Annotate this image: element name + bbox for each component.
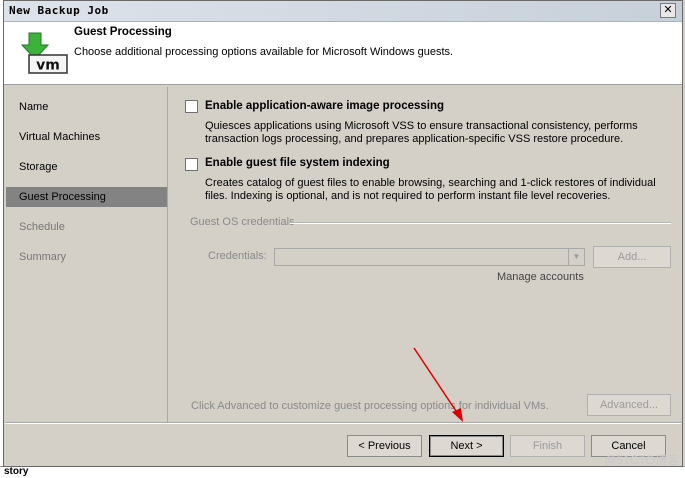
indexing-description-line1: Creates catalog of guest files to enable…: [205, 177, 656, 189]
close-icon: ✕: [663, 4, 673, 16]
credentials-dropdown[interactable]: ▼: [274, 248, 585, 266]
close-button[interactable]: ✕: [660, 3, 676, 18]
page-title: Guest Processing: [74, 26, 172, 38]
wizard-steps: Name Virtual Machines Storage Guest Proc…: [5, 87, 167, 422]
step-name[interactable]: Name: [6, 97, 167, 117]
indexing-label[interactable]: Enable guest file system indexing: [205, 157, 390, 169]
footer-divider: [5, 422, 681, 424]
guest-os-credentials-group: Guest OS credentials: [190, 216, 295, 228]
app-aware-description-line2: transaction logs processing, and prepare…: [205, 133, 624, 145]
chevron-down-icon[interactable]: ▼: [568, 249, 584, 265]
previous-button[interactable]: < Previous: [347, 435, 422, 457]
advanced-note: Click Advanced to customize guest proces…: [191, 400, 549, 412]
credentials-label: Credentials:: [208, 250, 267, 262]
vm-download-icon: vm: [20, 32, 68, 74]
group-divider: [290, 222, 671, 224]
app-aware-checkbox[interactable]: [185, 100, 198, 113]
new-backup-job-dialog: New Backup Job ✕ vm Guest Processing Cho…: [3, 0, 683, 467]
background-app-strip: story: [0, 466, 685, 478]
step-summary[interactable]: Summary: [6, 247, 167, 267]
advanced-button[interactable]: Advanced...: [587, 394, 671, 416]
watermark: @51CTO博客: [604, 453, 679, 467]
guest-processing-panel: Enable application-aware image processin…: [167, 87, 673, 422]
app-aware-description-line1: Quiesces applications using Microsoft VS…: [205, 120, 638, 132]
app-aware-label[interactable]: Enable application-aware image processin…: [205, 100, 444, 112]
finish-button[interactable]: Finish: [510, 435, 585, 457]
step-schedule[interactable]: Schedule: [6, 217, 167, 237]
next-button[interactable]: Next >: [429, 435, 504, 457]
svg-text:vm: vm: [36, 58, 60, 74]
wizard-header: vm Guest Processing Choose additional pr…: [4, 22, 682, 85]
add-credentials-button[interactable]: Add...: [593, 246, 671, 268]
indexing-description-line2: files. Indexing is optional, and is not …: [205, 190, 611, 202]
window-title: New Backup Job: [9, 4, 109, 17]
step-virtual-machines[interactable]: Virtual Machines: [6, 127, 167, 147]
title-bar[interactable]: New Backup Job ✕: [4, 1, 682, 22]
manage-accounts-link[interactable]: Manage accounts: [497, 271, 584, 283]
indexing-checkbox[interactable]: [185, 158, 198, 171]
step-storage[interactable]: Storage: [6, 157, 167, 177]
background-text: story: [4, 466, 29, 477]
step-guest-processing[interactable]: Guest Processing: [6, 187, 167, 207]
page-subtitle: Choose additional processing options ava…: [74, 46, 454, 58]
